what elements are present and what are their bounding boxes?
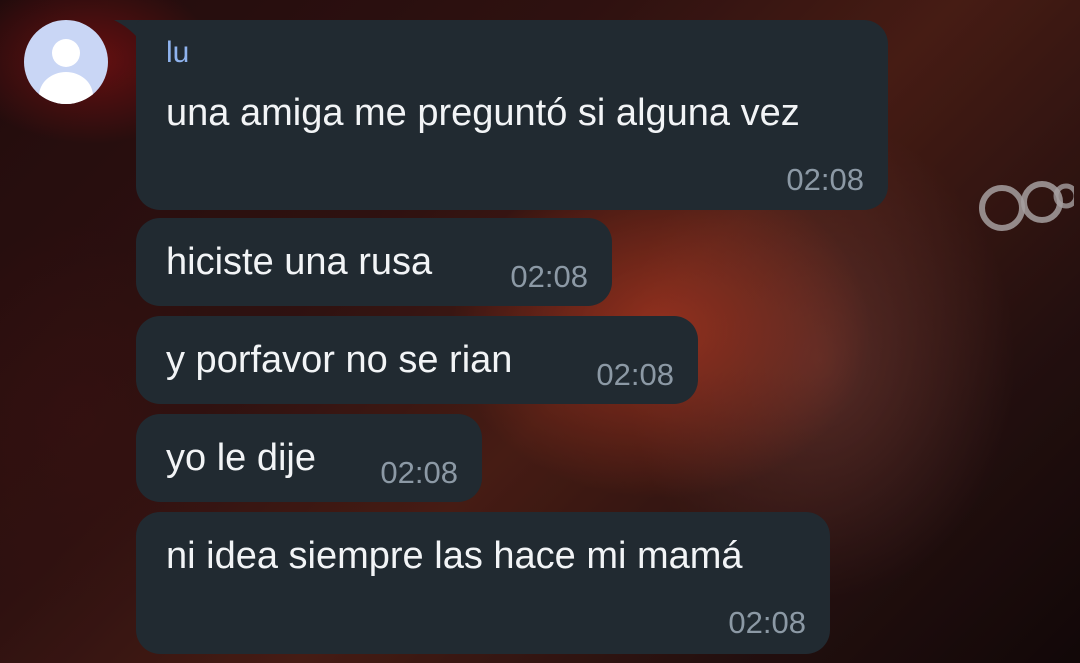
message-time: 02:08 <box>380 455 458 490</box>
message-bubble[interactable]: ni idea siempre las hace mi mamá 02:08 <box>136 512 830 654</box>
message-bubble[interactable]: hiciste una rusa 02:08 <box>136 218 612 306</box>
message-bubble[interactable]: lu una amiga me preguntó si alguna vez 0… <box>136 20 888 210</box>
message-text: yo le dije <box>166 437 316 479</box>
message-text: ni idea siempre las hace mi mamá <box>166 535 743 577</box>
hair-clip-decoration <box>979 181 1074 231</box>
message-bubble[interactable]: y porfavor no se rian 02:08 <box>136 316 698 404</box>
message-time: 02:08 <box>728 605 806 640</box>
sender-name[interactable]: lu <box>166 38 189 68</box>
message-time: 02:08 <box>596 357 674 392</box>
message-text: una amiga me preguntó si alguna vez <box>166 92 800 134</box>
message-time: 02:08 <box>786 162 864 197</box>
message-text: hiciste una rusa <box>166 241 433 283</box>
message-time: 02:08 <box>510 259 588 294</box>
sender-avatar[interactable] <box>24 20 108 104</box>
message-text: y porfavor no se rian <box>166 339 513 381</box>
message-bubble[interactable]: yo le dije 02:08 <box>136 414 482 502</box>
default-user-icon <box>39 39 93 104</box>
